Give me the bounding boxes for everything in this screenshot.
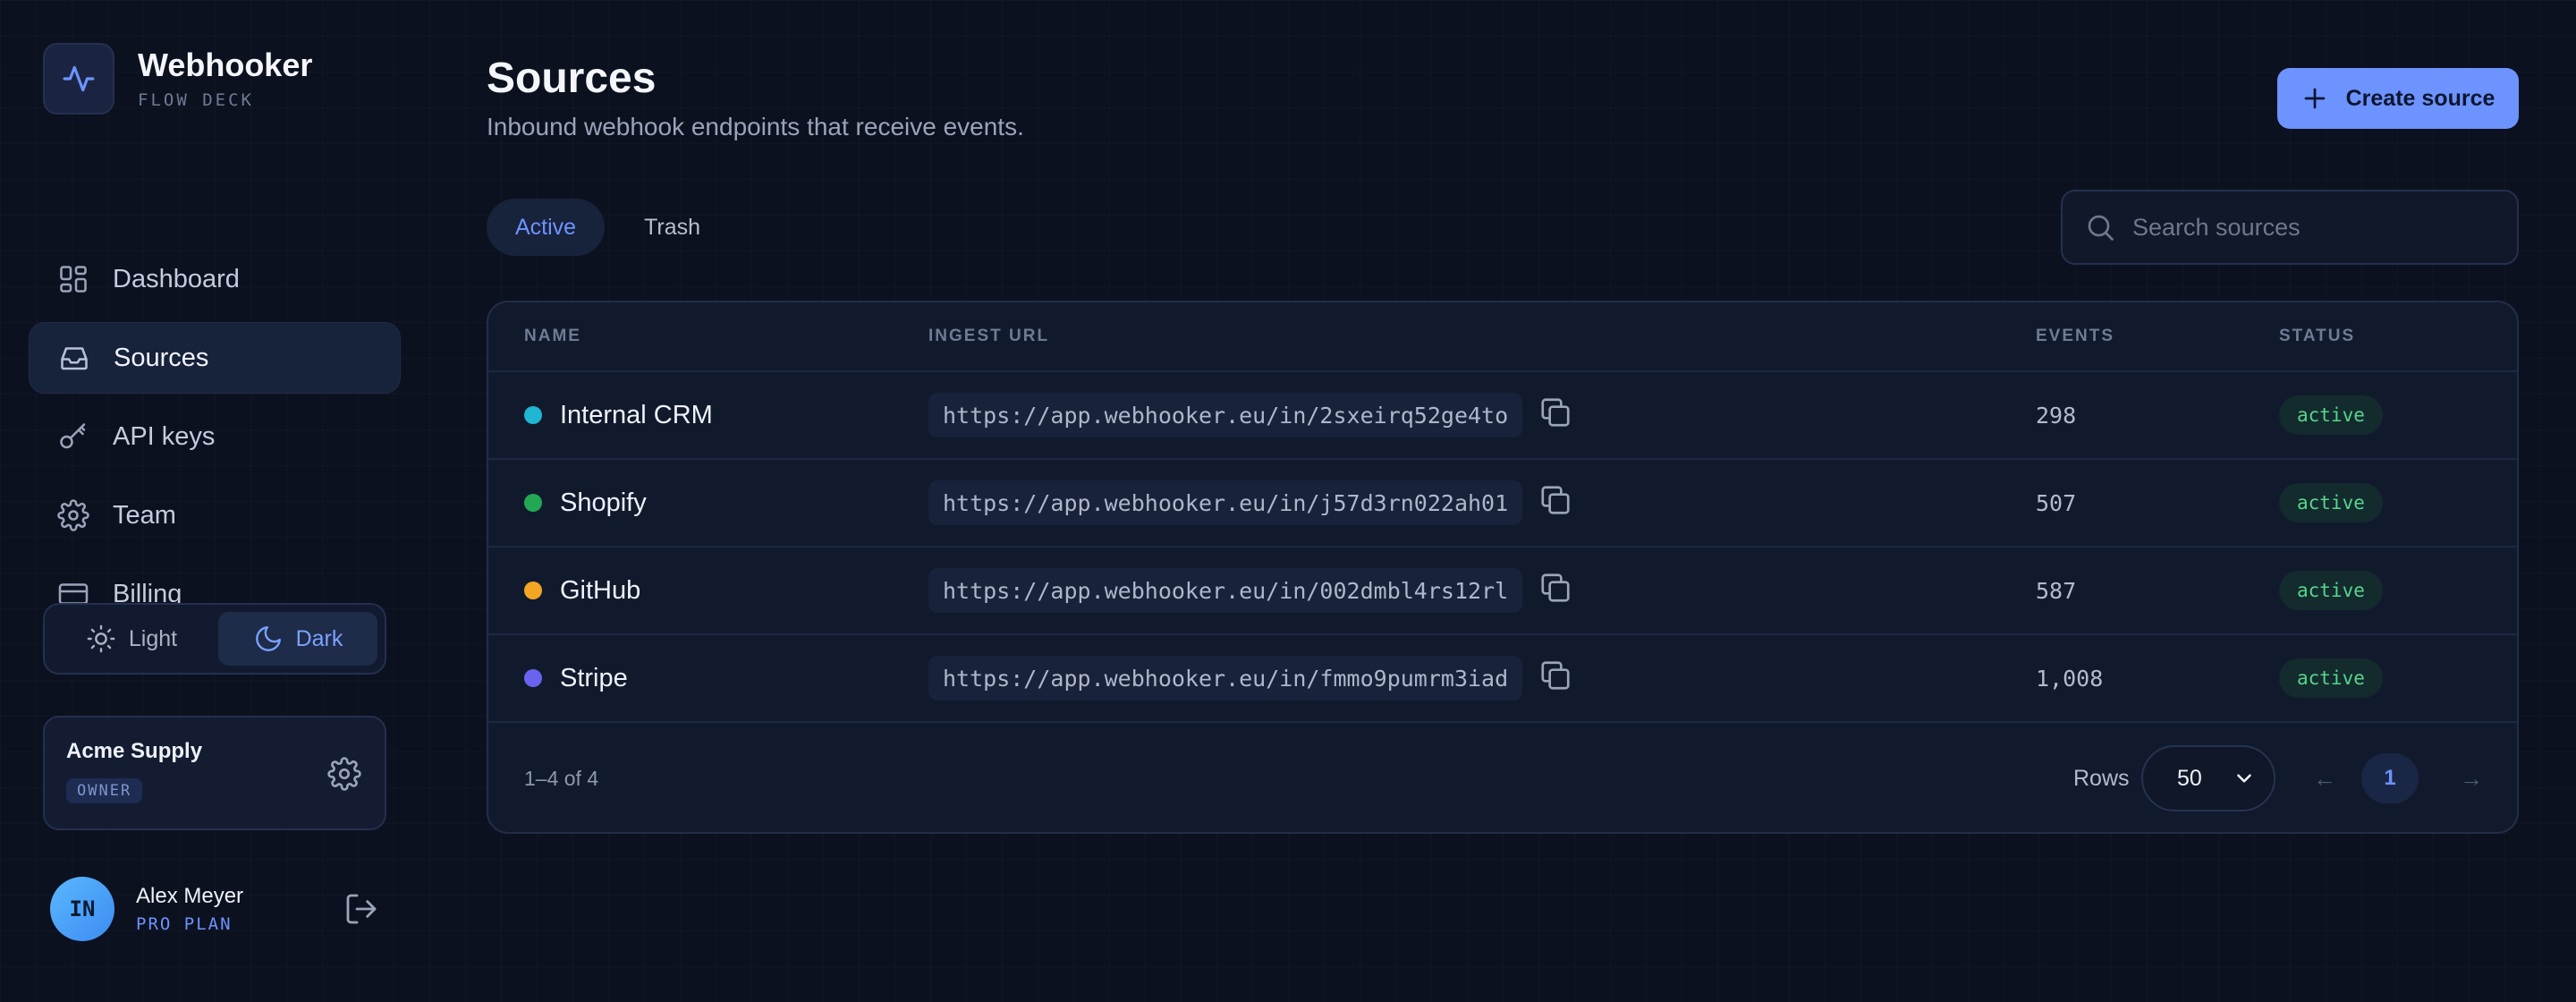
page-1-button[interactable]: 1 [2361, 753, 2419, 803]
column-header-events[interactable]: EVENTS [2036, 327, 2114, 346]
status-badge: active [2279, 658, 2383, 698]
prev-page-button[interactable]: ← [2313, 765, 2336, 793]
sidebar-item-label: API keys [113, 421, 216, 451]
table-footer: 1–4 of 4 Rows 50 ← 1 → [488, 723, 2517, 832]
table-row[interactable]: GitHub https://app.webhooker.eu/in/002dm… [488, 548, 2517, 635]
logout-icon[interactable] [343, 891, 379, 927]
org-settings-icon[interactable] [327, 757, 361, 791]
sidebar-item-sources[interactable]: Sources [29, 322, 401, 394]
sidebar-item-team[interactable]: Team [29, 480, 401, 551]
chevron-down-icon [2237, 774, 2251, 783]
source-name-cell: GitHub [524, 576, 640, 606]
source-color-dot [524, 494, 542, 512]
avatar: IN [50, 877, 114, 941]
org-role-badge: OWNER [66, 778, 143, 803]
org-name: Acme Supply [66, 739, 203, 763]
theme-light-label: Light [128, 625, 178, 651]
table-row[interactable]: Stripe https://app.webhooker.eu/in/fmmo9… [488, 635, 2517, 723]
brand[interactable]: Webhooker FLOW DECK [43, 43, 312, 115]
dashboard-icon [60, 266, 87, 293]
source-name[interactable]: Shopify [560, 488, 647, 518]
sun-icon [87, 624, 115, 653]
create-source-label: Create source [2345, 85, 2496, 111]
key-icon [60, 423, 86, 449]
source-name-cell: Stripe [524, 664, 628, 693]
theme-toggle: Light Dark [43, 603, 386, 675]
source-name-cell: Internal CRM [524, 401, 713, 430]
ingest-url: https://app.webhooker.eu/in/j57d3rn022ah… [928, 480, 1523, 525]
pulse-icon [43, 43, 114, 115]
column-header-name[interactable]: NAME [524, 327, 581, 346]
source-name[interactable]: Internal CRM [560, 401, 713, 430]
ingest-url-cell: https://app.webhooker.eu/in/002dmbl4rs12… [928, 568, 1572, 613]
rows-per-page-select[interactable]: 50 [2141, 745, 2275, 811]
events-count: 507 [2036, 489, 2077, 516]
table-row[interactable]: Internal CRM https://app.webhooker.eu/in… [488, 372, 2517, 460]
user-plan: PRO PLAN [136, 914, 233, 934]
tabs: Active Trash [487, 199, 729, 256]
sources-table: NAME INGEST URL EVENTS STATUS Internal C… [487, 301, 2519, 834]
source-name[interactable]: Stripe [560, 664, 628, 693]
main-content: Sources Inbound webhook endpoints that r… [487, 0, 2519, 1002]
sidebar-item-dashboard[interactable]: Dashboard [29, 243, 401, 315]
ingest-url: https://app.webhooker.eu/in/002dmbl4rs12… [928, 568, 1523, 613]
moon-icon [255, 626, 281, 651]
sidebar-item-label: Dashboard [113, 264, 240, 293]
sidebar-nav: Dashboard Sources API keys Team Billing [29, 243, 401, 637]
ingest-url-cell: https://app.webhooker.eu/in/j57d3rn022ah… [928, 480, 1572, 525]
copy-icon[interactable] [1538, 483, 1572, 517]
inbox-icon [61, 347, 88, 370]
user-profile[interactable]: IN Alex Meyer PRO PLAN [50, 877, 386, 941]
source-color-dot [524, 406, 542, 424]
column-header-status[interactable]: STATUS [2279, 327, 2355, 346]
status-badge: active [2279, 395, 2383, 435]
status-badge: active [2279, 483, 2383, 522]
tab-active[interactable]: Active [487, 199, 606, 256]
sidebar: Webhooker FLOW DECK Dashboard Sources AP… [0, 0, 429, 1002]
sidebar-item-label: Team [113, 500, 176, 530]
events-count: 587 [2036, 577, 2077, 604]
user-name: Alex Meyer [136, 884, 244, 908]
copy-icon[interactable] [1538, 395, 1572, 429]
copy-icon[interactable] [1538, 658, 1572, 692]
events-count: 1,008 [2036, 665, 2104, 692]
gear-icon [57, 499, 89, 531]
rows-per-page-value: 50 [2177, 765, 2202, 791]
source-color-dot [524, 669, 542, 687]
create-source-button[interactable]: Create source [2277, 68, 2519, 129]
theme-dark-label: Dark [295, 625, 343, 651]
brand-subtitle: FLOW DECK [138, 89, 254, 110]
search-input[interactable] [2132, 213, 2508, 242]
table-header: NAME INGEST URL EVENTS STATUS [488, 302, 2517, 372]
ingest-url: https://app.webhooker.eu/in/fmmo9pumrm3i… [928, 656, 1523, 701]
theme-light-button[interactable]: Light [52, 612, 211, 666]
source-color-dot [524, 582, 542, 599]
source-name[interactable]: GitHub [560, 576, 640, 606]
source-name-cell: Shopify [524, 488, 647, 518]
page-title: Sources [487, 55, 657, 102]
search-icon [2088, 215, 2114, 241]
row-count: 1–4 of 4 [524, 766, 599, 790]
page-subtitle: Inbound webhook endpoints that receive e… [487, 113, 1024, 140]
table-row[interactable]: Shopify https://app.webhooker.eu/in/j57d… [488, 460, 2517, 548]
column-header-ingest-url[interactable]: INGEST URL [928, 327, 1049, 346]
copy-icon[interactable] [1538, 571, 1572, 605]
ingest-url-cell: https://app.webhooker.eu/in/fmmo9pumrm3i… [928, 656, 1572, 701]
ingest-url: https://app.webhooker.eu/in/2sxeirq52ge4… [928, 393, 1523, 437]
sidebar-item-label: Sources [114, 343, 209, 372]
plus-icon [2304, 88, 2325, 109]
tab-trash[interactable]: Trash [615, 199, 729, 256]
search-box [2061, 190, 2519, 265]
status-badge: active [2279, 571, 2383, 610]
events-count: 298 [2036, 402, 2077, 429]
brand-name: Webhooker [138, 47, 313, 84]
next-page-button[interactable]: → [2460, 765, 2483, 793]
rows-per-page-label: Rows [2073, 765, 2130, 791]
ingest-url-cell: https://app.webhooker.eu/in/2sxeirq52ge4… [928, 393, 1572, 437]
org-card[interactable]: Acme Supply OWNER [43, 716, 386, 830]
theme-dark-button[interactable]: Dark [218, 612, 377, 666]
sidebar-item-api-keys[interactable]: API keys [29, 401, 401, 472]
